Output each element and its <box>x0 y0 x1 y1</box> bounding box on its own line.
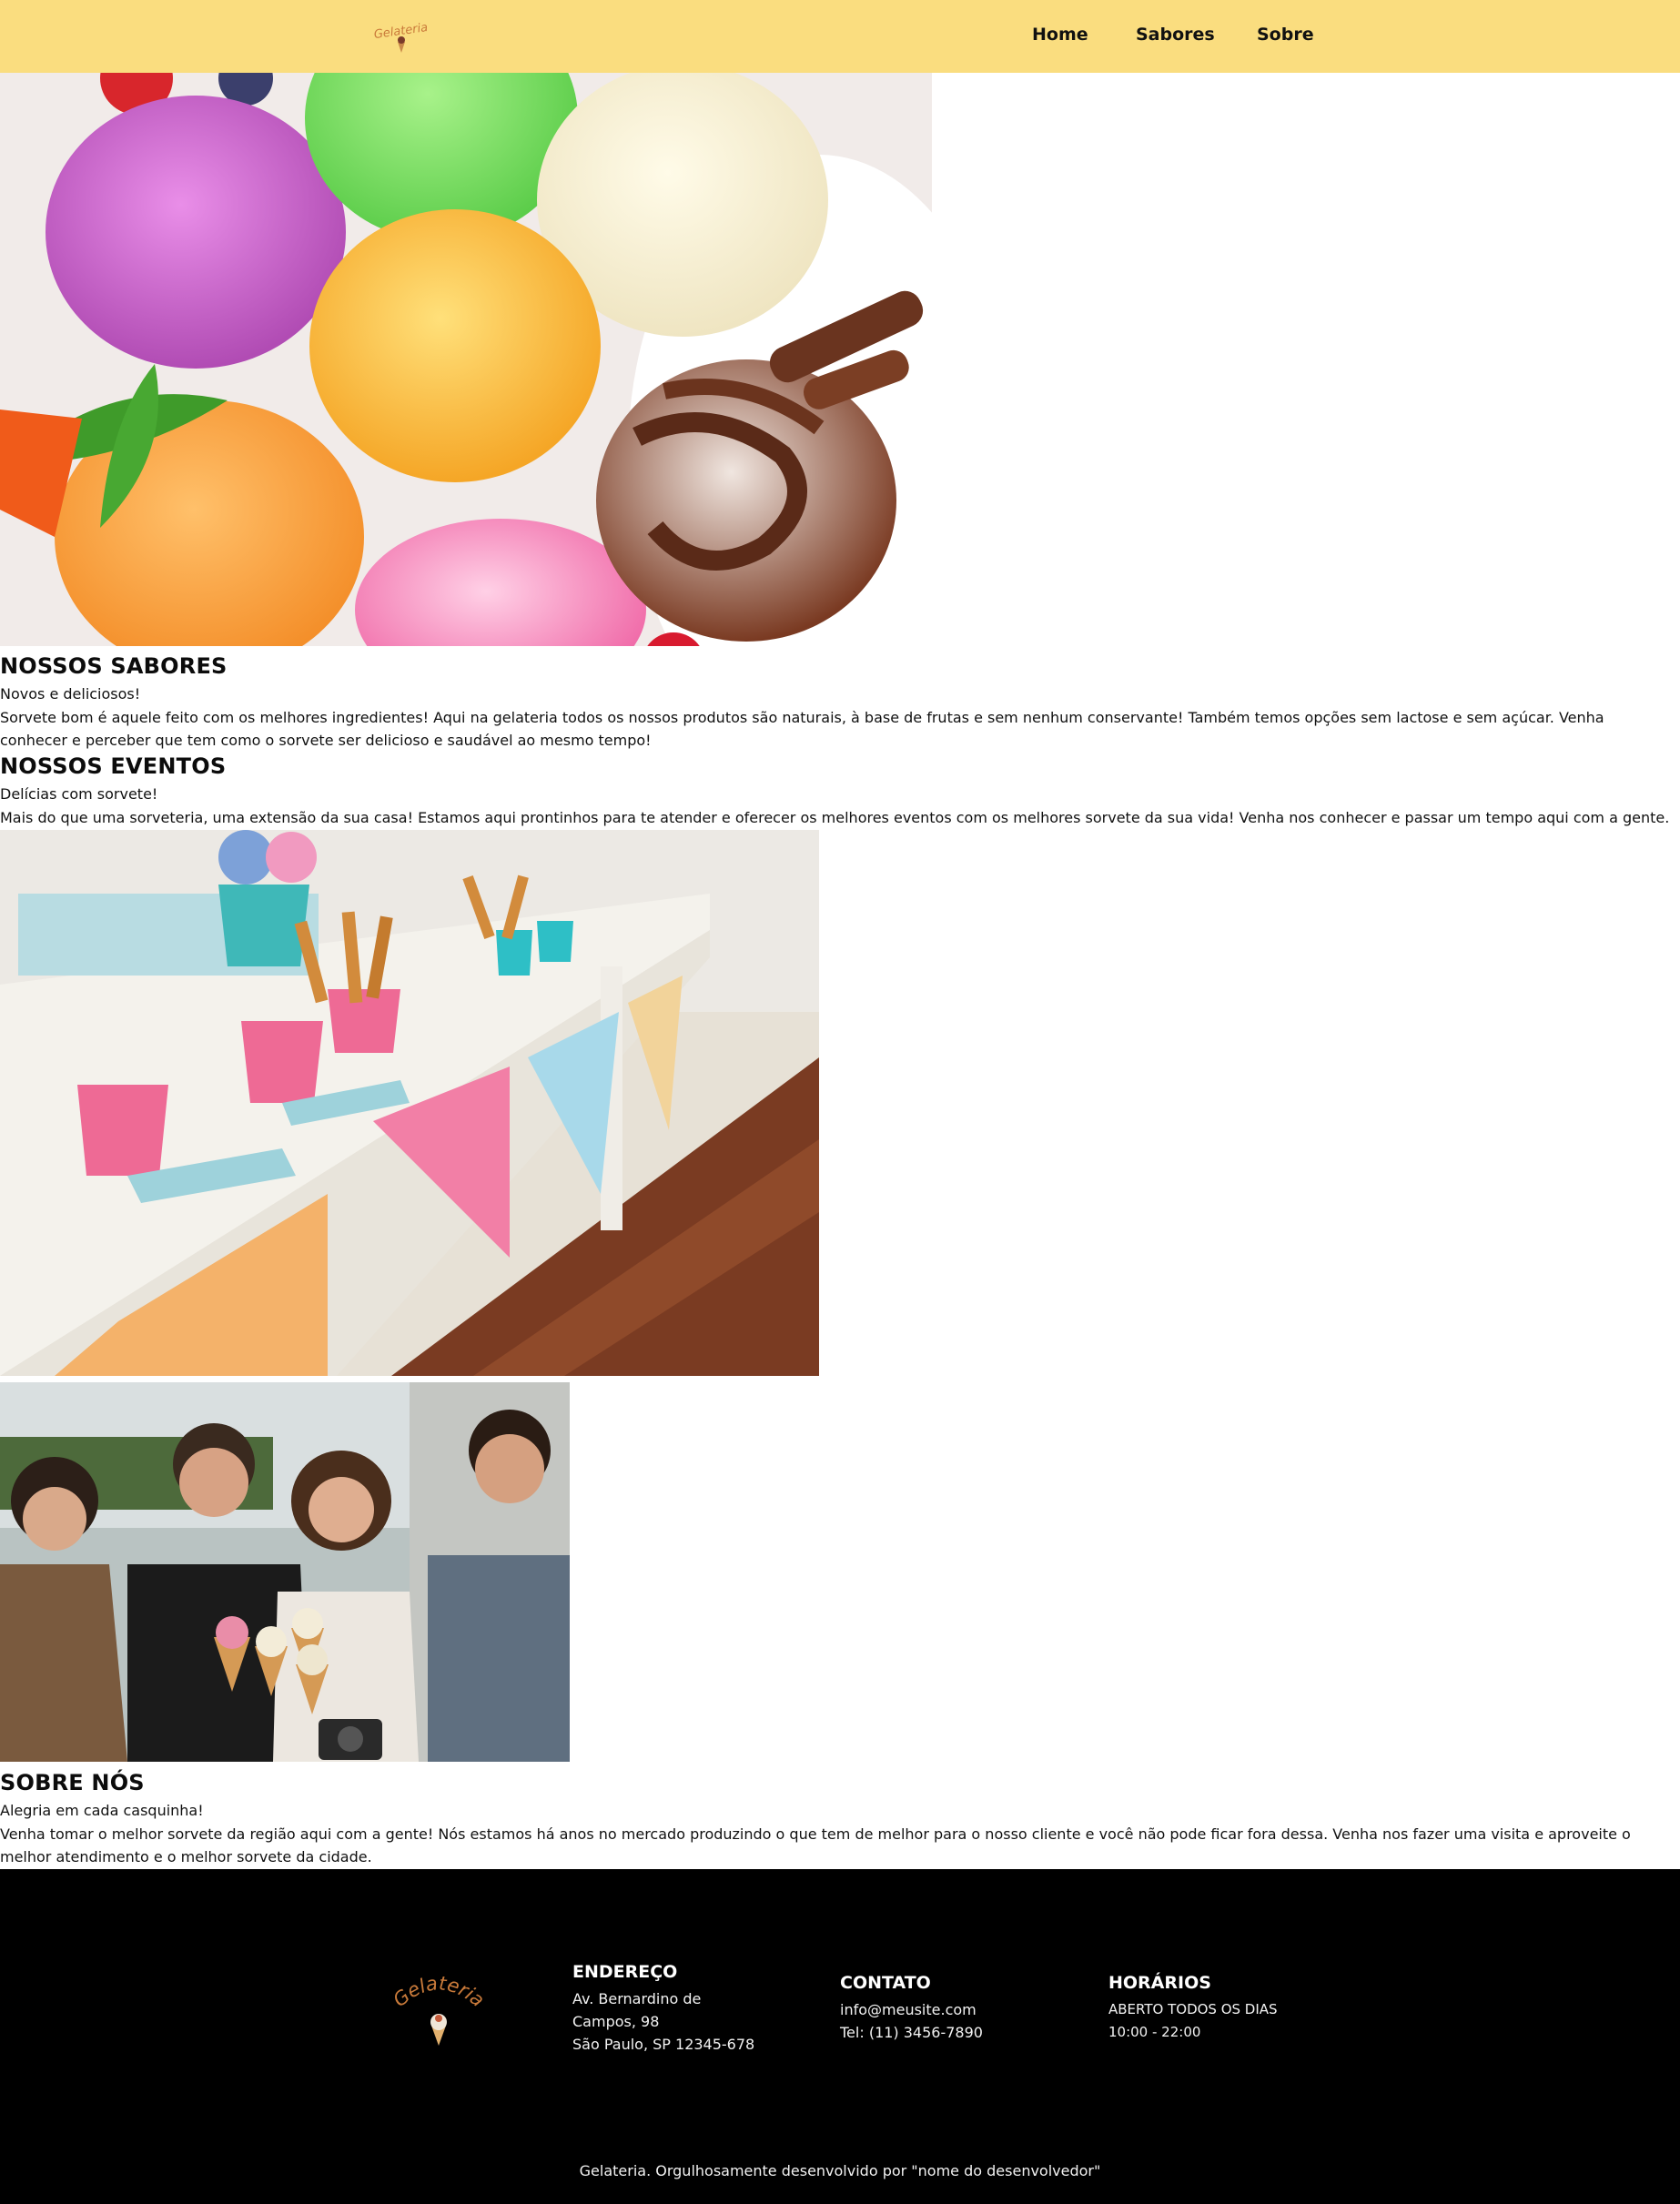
about-text-line-1: Venha tomar o melhor sorvete da região a… <box>0 1825 1631 1843</box>
flavors-title: NOSSOS SABORES <box>0 653 228 679</box>
hours-time: 10:00 - 22:00 <box>1108 2024 1201 2040</box>
hero-ice-cream-image <box>0 73 932 646</box>
hours-days: ABERTO TODOS OS DIAS <box>1108 2001 1278 2017</box>
footer-hours: HORÁRIOS ABERTO TODOS OS DIAS 10:00 - 22… <box>1108 1973 1278 2044</box>
contact-phone[interactable]: Tel: (11) 3456-7890 <box>840 2021 983 2044</box>
events-title: NOSSOS EVENTOS <box>0 753 227 779</box>
site-header: Gelateria Home Sabores Sobre <box>0 0 1680 73</box>
about-subtitle: Alegria em cada casquinha! <box>0 1802 204 1819</box>
nav-flavors-link[interactable]: Sabores <box>1136 25 1215 45</box>
hours-title: HORÁRIOS <box>1108 1973 1211 1993</box>
events-party-image <box>0 830 819 1376</box>
footer-gelateria-logo[interactable]: Gelateria <box>393 1977 484 2049</box>
footer-contact: CONTATO info@meusite.com Tel: (11) 3456-… <box>840 1973 983 2044</box>
about-title: SOBRE NÓS <box>0 1770 145 1795</box>
nav-home-link[interactable]: Home <box>1032 25 1088 45</box>
footer-address: ENDEREÇO Av. Bernardino de Campos, 98 Sã… <box>572 1962 754 2056</box>
flavors-text-line-1: Sorvete bom é aquele feito com os melhor… <box>0 709 1604 726</box>
address-line-1: Av. Bernardino de <box>572 1990 702 2007</box>
flavors-subtitle: Novos e deliciosos! <box>0 685 141 703</box>
address-line-3: São Paulo, SP 12345-678 <box>572 2036 755 2053</box>
events-subtitle: Delícias com sorvete! <box>0 785 158 803</box>
gelateria-logo[interactable]: Gelateria <box>373 18 430 55</box>
events-text: Mais do que uma sorveteria, uma extensão… <box>0 809 1670 826</box>
footer-credits: Gelateria. Orgulhosamente desenvolvido p… <box>579 2162 1101 2179</box>
address-title: ENDEREÇO <box>572 1962 678 1982</box>
friends-ice-cream-image <box>0 1382 570 1762</box>
site-footer: Gelateria ENDEREÇO Av. Bernardino de Cam… <box>0 1869 1680 2204</box>
contact-title: CONTATO <box>840 1973 931 1993</box>
contact-email[interactable]: info@meusite.com <box>840 1998 983 2021</box>
address-line-2: Campos, 98 <box>572 2013 660 2030</box>
flavors-text-line-2: conhecer e perceber que tem como o sorve… <box>0 732 652 749</box>
about-text-line-2: melhor atendimento e o melhor sorvete da… <box>0 1848 372 1865</box>
footer-logo-text: Gelateria <box>393 1977 484 2011</box>
nav-about-link[interactable]: Sobre <box>1257 25 1314 45</box>
